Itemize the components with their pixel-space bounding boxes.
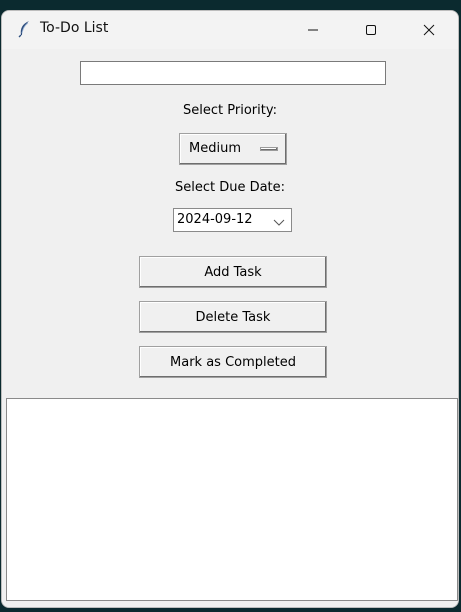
task-input[interactable] bbox=[80, 61, 386, 85]
minimize-button[interactable] bbox=[284, 11, 342, 49]
title-bar[interactable]: To-Do List bbox=[2, 11, 458, 49]
task-listbox[interactable] bbox=[6, 398, 458, 601]
maximize-button[interactable] bbox=[342, 11, 400, 49]
minimize-icon bbox=[308, 29, 318, 31]
chevron-down-icon[interactable] bbox=[272, 214, 286, 228]
close-icon bbox=[423, 24, 435, 36]
due-date-value: 2024-09-12 bbox=[177, 212, 253, 227]
maximize-icon bbox=[366, 25, 376, 35]
mark-completed-button[interactable]: Mark as Completed bbox=[139, 346, 327, 378]
option-menu-indicator-icon bbox=[260, 147, 278, 151]
priority-label: Select Priority: bbox=[183, 103, 277, 118]
due-date-combobox[interactable]: 2024-09-12 bbox=[173, 208, 292, 232]
delete-task-button[interactable]: Delete Task bbox=[139, 301, 327, 333]
priority-dropdown[interactable]: Medium bbox=[179, 133, 287, 165]
feather-icon bbox=[16, 20, 34, 38]
close-button[interactable] bbox=[400, 11, 458, 49]
add-task-button[interactable]: Add Task bbox=[139, 256, 327, 288]
due-date-label: Select Due Date: bbox=[174, 180, 286, 195]
app-window: To-Do List Select Priority: Medium Selec… bbox=[1, 10, 459, 608]
window-title: To-Do List bbox=[40, 20, 109, 36]
priority-selected-value: Medium bbox=[189, 141, 241, 156]
main-content: Select Priority: Medium Select Due Date:… bbox=[2, 49, 458, 607]
